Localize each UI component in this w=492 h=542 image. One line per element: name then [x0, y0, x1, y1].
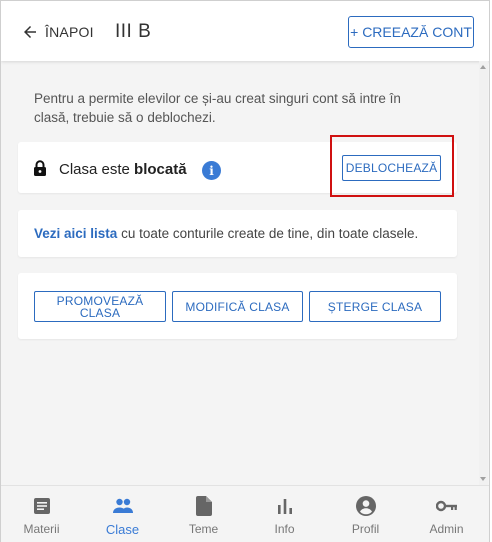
- scroll-up-arrow-icon[interactable]: [480, 65, 486, 69]
- app-frame: ÎNAPOI III B + CREEAZĂ CONT Pentru a per…: [0, 0, 490, 542]
- lock-status-value: blocată: [134, 161, 187, 178]
- nav-label-profil: Profil: [351, 522, 380, 536]
- document-icon: [193, 495, 215, 517]
- nav-item-profil[interactable]: Profil: [325, 486, 406, 542]
- accounts-list-description: cu toate conturile create de tine, din t…: [117, 226, 419, 241]
- nav-label-materii: Materii: [23, 522, 60, 536]
- book-icon: [31, 495, 53, 517]
- create-account-button[interactable]: + CREEAZĂ CONT: [348, 16, 474, 48]
- bar-chart-icon: [274, 495, 296, 517]
- delete-class-button[interactable]: ȘTERGE CLASA: [309, 291, 441, 322]
- promote-class-button[interactable]: PROMOVEAZĂ CLASA: [34, 291, 166, 322]
- bottom-navigation: Materii Clase Teme Info Profil Admin: [1, 485, 489, 542]
- header-bar: ÎNAPOI III B + CREEAZĂ CONT: [1, 1, 489, 61]
- people-icon: [112, 495, 134, 517]
- back-label: ÎNAPOI: [45, 24, 94, 40]
- nav-item-admin[interactable]: Admin: [406, 486, 487, 542]
- scrollbar[interactable]: [479, 61, 488, 485]
- account-circle-icon: [355, 495, 377, 517]
- nav-item-materii[interactable]: Materii: [1, 486, 82, 542]
- accounts-list-link[interactable]: Vezi aici lista: [34, 226, 117, 241]
- nav-item-clase[interactable]: Clase: [82, 486, 163, 542]
- nav-item-teme[interactable]: Teme: [163, 486, 244, 542]
- key-icon: [435, 495, 458, 517]
- lock-status-text: Clasa este blocată: [59, 161, 187, 178]
- class-actions-card: PROMOVEAZĂ CLASA MODIFICĂ CLASA ȘTERGE C…: [18, 273, 457, 339]
- accounts-list-text: Vezi aici lista cu toate conturile creat…: [34, 226, 418, 241]
- nav-label-clase: Clase: [105, 522, 140, 537]
- lock-icon: [34, 160, 46, 176]
- arrow-left-icon: [24, 26, 36, 38]
- lock-status-prefix: Clasa este: [59, 161, 130, 178]
- intro-text: Pentru a permite elevilor ce și-au creat…: [34, 91, 401, 125]
- highlight-annotation: [330, 135, 454, 197]
- scroll-down-arrow-icon[interactable]: [480, 477, 486, 481]
- modify-class-button[interactable]: MODIFICĂ CLASA: [172, 291, 303, 322]
- nav-label-admin: Admin: [429, 522, 464, 536]
- info-icon[interactable]: i: [202, 161, 221, 180]
- nav-label-teme: Teme: [188, 522, 219, 536]
- back-button[interactable]: ÎNAPOI: [21, 21, 94, 43]
- accounts-list-card: Vezi aici lista cu toate conturile creat…: [18, 210, 457, 257]
- nav-label-info: Info: [274, 522, 295, 536]
- nav-item-info[interactable]: Info: [244, 486, 325, 542]
- page-title: III B: [115, 21, 152, 42]
